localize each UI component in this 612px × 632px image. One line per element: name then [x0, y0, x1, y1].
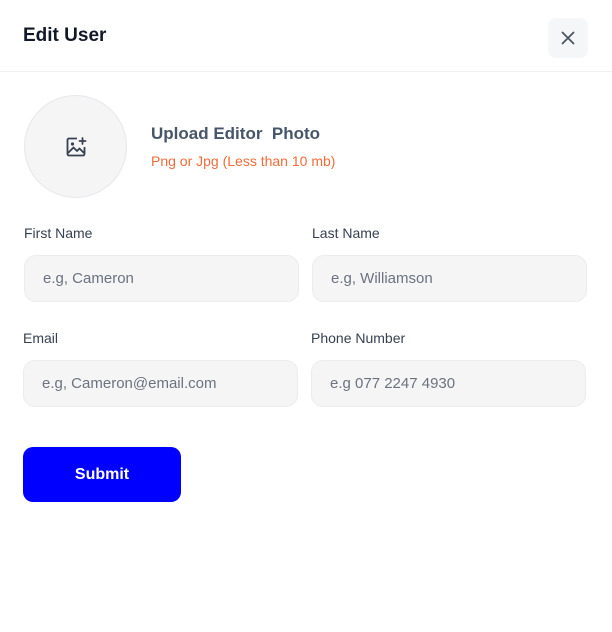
upload-photo-hint: Png or Jpg (Less than 10 mb): [151, 153, 336, 169]
edit-user-dialog: Edit User Upload Editor Photo Png or Jpg…: [0, 0, 612, 632]
first-name-input[interactable]: [24, 255, 299, 302]
email-input[interactable]: [23, 360, 298, 407]
close-button[interactable]: [548, 18, 588, 58]
first-name-label: First Name: [24, 225, 93, 241]
last-name-input[interactable]: [312, 255, 587, 302]
upload-photo-title: Upload Editor Photo: [151, 124, 321, 143]
dialog-title: Edit User: [23, 25, 107, 46]
close-icon: [561, 31, 575, 45]
phone-number-label: Phone Number: [311, 330, 406, 346]
submit-button[interactable]: Submit: [23, 447, 181, 502]
dialog-header: Edit User: [0, 0, 612, 72]
phone-number-input[interactable]: [311, 360, 586, 407]
email-label: Email: [23, 330, 59, 346]
image-add-icon: [66, 136, 86, 156]
last-name-label: Last Name: [312, 225, 380, 241]
photo-upload-button[interactable]: [24, 95, 127, 198]
